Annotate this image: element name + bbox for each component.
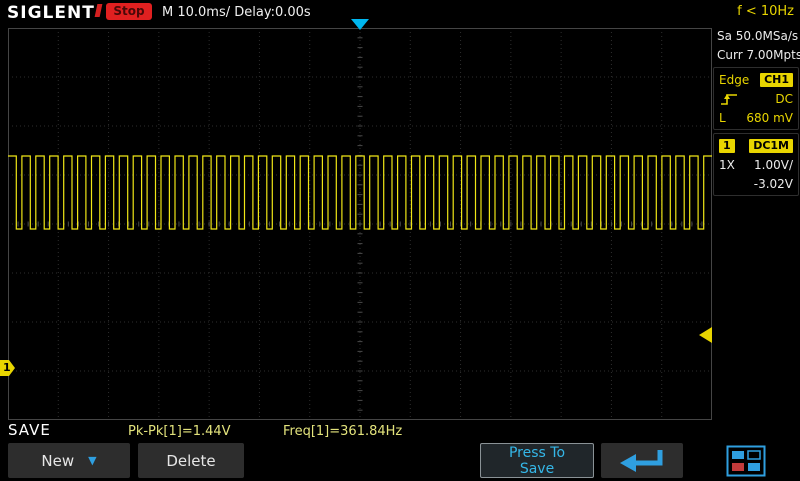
trigger-info-box[interactable]: Edge CH1 DC L 680 mV xyxy=(713,67,799,130)
save-button-line2: Save xyxy=(520,461,554,477)
brand-red-mark xyxy=(95,4,103,17)
pkpk-measurement: Pk-Pk[1]=1.44V xyxy=(128,424,231,439)
timebase-readout[interactable]: M 10.0ms/ Delay:0.00s xyxy=(162,5,311,20)
channel-offset-readout: -3.02V xyxy=(754,177,793,191)
new-button[interactable]: New ▼ xyxy=(8,443,130,478)
trigger-coupling-label: DC xyxy=(775,92,793,106)
save-button-line1: Press To xyxy=(509,445,565,461)
graticule xyxy=(8,28,712,420)
sample-rate-readout: Sa 50.0MSa/s xyxy=(712,26,800,45)
menu-title: SAVE xyxy=(8,421,51,439)
trigger-position-marker[interactable] xyxy=(351,19,369,30)
channel-number-badge: 1 xyxy=(719,139,735,153)
delete-button-label: Delete xyxy=(166,452,215,470)
trigger-level-marker[interactable] xyxy=(699,327,712,343)
trigger-level-value: 680 mV xyxy=(746,111,793,125)
return-button[interactable] xyxy=(601,443,683,478)
oscilloscope-screen: SIGLENT Stop M 10.0ms/ Delay:0.00s f < 1… xyxy=(0,0,800,480)
volts-per-div-readout: 1.00V/ xyxy=(754,158,793,172)
probe-attenuation-label: 1X xyxy=(719,158,735,172)
channel1-info-box[interactable]: 1 DC1M 1X 1.00V/ -3.02V xyxy=(713,133,799,196)
hardware-freq-counter: f < 10Hz xyxy=(737,4,794,19)
trigger-type-label: Edge xyxy=(719,73,749,87)
bottom-menu: New ▼ Delete Press To Save xyxy=(0,442,800,480)
channel-coupling-badge: DC1M xyxy=(749,139,793,153)
return-arrow-icon xyxy=(614,446,670,476)
delete-button[interactable]: Delete xyxy=(138,443,244,478)
right-panel: Sa 50.0MSa/s Curr 7.00Mpts Edge CH1 DC L xyxy=(712,26,800,420)
memory-depth-readout: Curr 7.00Mpts xyxy=(712,45,800,64)
trigger-source-badge: CH1 xyxy=(760,73,793,87)
top-status-bar: SIGLENT Stop M 10.0ms/ Delay:0.00s f < 1… xyxy=(0,0,800,26)
new-button-label: New xyxy=(41,452,74,470)
trigger-level-label: L xyxy=(719,111,726,125)
rising-edge-icon xyxy=(719,91,739,107)
press-to-save-button[interactable]: Press To Save xyxy=(480,443,594,478)
measurement-row: SAVE Pk-Pk[1]=1.44V Freq[1]=361.84Hz xyxy=(0,420,800,442)
waveform-display xyxy=(8,28,712,420)
run-state-badge[interactable]: Stop xyxy=(106,3,152,20)
screen-grid-icon[interactable] xyxy=(726,445,766,477)
brand-logo: SIGLENT xyxy=(7,3,95,23)
freq-measurement: Freq[1]=361.84Hz xyxy=(283,424,402,439)
chevron-down-icon: ▼ xyxy=(88,454,96,467)
